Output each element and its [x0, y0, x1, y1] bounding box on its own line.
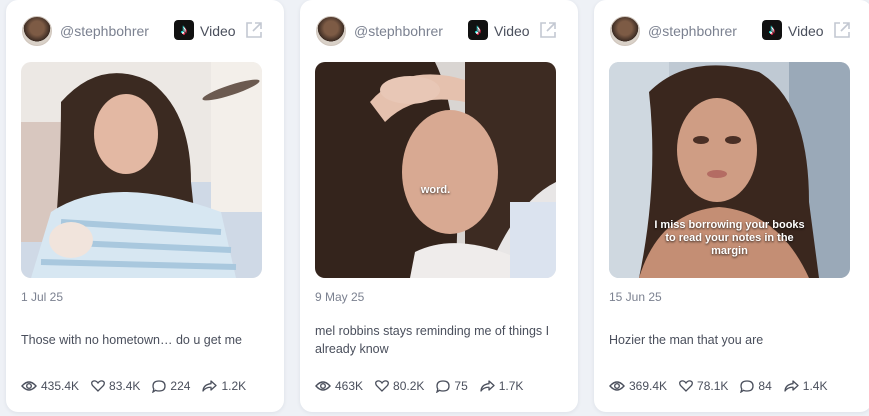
post-caption: mel robbins stays reminding me of things… [315, 324, 550, 356]
shares-count: 1.7K [498, 379, 524, 393]
post-card[interactable]: @stephbohrer ♪ Video I miss borrowing yo… [594, 0, 869, 412]
engagement-stats: 435.4K 83.4K 224 1.2K [21, 377, 246, 395]
comments-stat: 84 [740, 379, 772, 393]
card-header: @stephbohrer ♪ Video [316, 16, 578, 48]
card-header: @stephbohrer ♪ Video [610, 16, 869, 48]
video-overlay-text: word. [420, 184, 451, 196]
external-link-icon[interactable] [244, 20, 264, 40]
post-date: 15 Jun 25 [609, 290, 662, 304]
likes-stat: 80.2K [375, 379, 424, 393]
engagement-stats: 369.4K 78.1K 84 1.4K [609, 377, 827, 395]
likes-count: 80.2K [393, 379, 425, 393]
video-overlay-text: I miss borrowing your books to read your… [654, 219, 805, 257]
post-type-label: Video [788, 23, 824, 39]
video-thumbnail[interactable]: word. [315, 62, 556, 278]
eye-icon [21, 381, 37, 391]
post-date: 9 May 25 [315, 290, 365, 304]
likes-count: 78.1K [697, 379, 729, 393]
likes-stat: 78.1K [679, 379, 728, 393]
shares-count: 1.4K [802, 379, 828, 393]
shares-stat: 1.7K [480, 379, 524, 393]
shares-count: 1.2K [221, 379, 247, 393]
shares-stat: 1.4K [784, 379, 828, 393]
video-thumbnail[interactable]: I miss borrowing your books to read your… [609, 62, 850, 278]
share-icon [480, 380, 495, 392]
tiktok-icon: ♪ [762, 20, 782, 40]
post-type-label: Video [494, 23, 530, 39]
eye-icon [609, 381, 625, 391]
video-thumbnail[interactable] [21, 62, 262, 278]
comment-icon [436, 379, 451, 393]
post-date: 1 Jul 25 [21, 290, 64, 304]
post-card[interactable]: @stephbohrer ♪ Video word. 9 May 25 mel … [300, 0, 578, 412]
external-link-icon[interactable] [538, 20, 558, 40]
comments-stat: 75 [436, 379, 468, 393]
heart-icon [91, 380, 105, 392]
heart-icon [375, 380, 389, 392]
tiktok-icon: ♪ [174, 20, 194, 40]
avatar[interactable] [22, 16, 52, 46]
post-caption: Hozier the man that you are [609, 333, 764, 347]
card-header: @stephbohrer ♪ Video [22, 16, 284, 48]
comments-count: 224 [170, 379, 191, 393]
views-stat: 435.4K [21, 379, 79, 393]
heart-icon [679, 380, 693, 392]
shares-stat: 1.2K [202, 379, 246, 393]
comment-icon [152, 379, 167, 393]
eye-icon [315, 381, 331, 391]
views-count: 435.4K [41, 379, 80, 393]
author-handle[interactable]: @stephbohrer [60, 23, 149, 39]
views-count: 463K [335, 379, 364, 393]
comments-stat: 224 [152, 379, 190, 393]
external-link-icon[interactable] [832, 20, 852, 40]
comment-icon [740, 379, 755, 393]
author-handle[interactable]: @stephbohrer [354, 23, 443, 39]
comments-count: 75 [454, 379, 468, 393]
post-caption: Those with no hometown… do u get me [21, 333, 242, 347]
share-icon [784, 380, 799, 392]
tiktok-icon: ♪ [468, 20, 488, 40]
author-handle[interactable]: @stephbohrer [648, 23, 737, 39]
likes-count: 83.4K [109, 379, 141, 393]
views-stat: 369.4K [609, 379, 667, 393]
post-card[interactable]: @stephbohrer ♪ Video 1 Jul 25 Those with… [6, 0, 284, 412]
engagement-stats: 463K 80.2K 75 1.7K [315, 377, 523, 395]
avatar[interactable] [610, 16, 640, 46]
post-type-label: Video [200, 23, 236, 39]
comments-count: 84 [758, 379, 772, 393]
avatar[interactable] [316, 16, 346, 46]
views-stat: 463K [315, 379, 363, 393]
views-count: 369.4K [629, 379, 668, 393]
likes-stat: 83.4K [91, 379, 140, 393]
share-icon [202, 380, 218, 392]
